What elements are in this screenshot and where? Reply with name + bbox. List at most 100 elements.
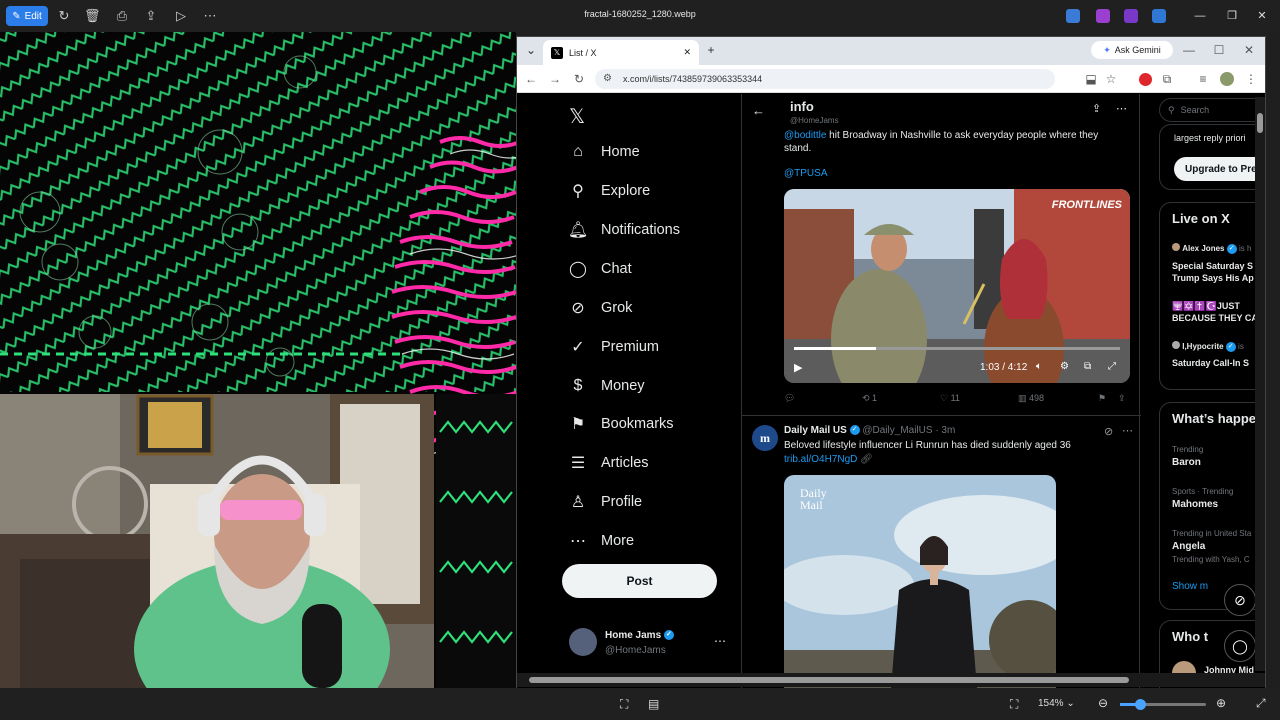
ask-gemini-button[interactable]: ✦ Ask Gemini xyxy=(1091,41,1173,59)
install-app-icon[interactable]: ⬓ xyxy=(1083,71,1099,87)
list-more-icon[interactable]: ⋯ xyxy=(1116,102,1127,115)
nav-money[interactable]: $ Money xyxy=(569,371,645,401)
extensions-icon[interactable]: ⧉ xyxy=(1159,71,1175,87)
tweet-author[interactable]: Daily Mail US ✓ @Daily_MailUS · 3m xyxy=(784,425,955,436)
nav-articles[interactable]: ☰ Articles xyxy=(569,448,649,478)
expand-icon[interactable]: ⤢ xyxy=(1256,696,1266,711)
settings-icon[interactable]: ⚙ xyxy=(1060,361,1069,372)
close-icon[interactable]: ✕ xyxy=(1252,7,1272,25)
tab-search-icon[interactable]: ⌄ xyxy=(523,42,539,58)
post-button[interactable]: Post xyxy=(562,564,717,598)
text-scan-icon[interactable]: ▤ xyxy=(648,697,659,711)
tray-app-icon[interactable] xyxy=(1066,9,1080,23)
live-title-item[interactable]: Saturday Call-In S xyxy=(1172,358,1265,368)
adblock-icon[interactable] xyxy=(1139,73,1152,86)
hashtag-link[interactable]: @TPUSA xyxy=(784,168,828,179)
messages-fab-icon[interactable]: ◯ xyxy=(1224,630,1256,662)
url-field[interactable]: ⚙ x.com/i/lists/743859739063353344 xyxy=(595,69,1055,89)
browser-menu-icon[interactable]: ⋮ xyxy=(1243,71,1259,87)
scroll-thumb[interactable] xyxy=(1257,113,1263,133)
list-handle: @HomeJams xyxy=(790,116,839,125)
account-menu-icon[interactable]: ⋯ xyxy=(714,634,726,648)
bookmark-tweet-icon[interactable]: ⚑ xyxy=(1098,393,1106,404)
crop-icon[interactable]: ⛶ xyxy=(620,697,628,712)
nav-explore[interactable]: ⚲ Explore xyxy=(569,176,650,206)
minimize-icon[interactable]: — xyxy=(1190,7,1210,25)
fit-screen-icon[interactable]: ⛶ xyxy=(1010,697,1018,712)
nav-bookmarks[interactable]: ⚑ Bookmarks xyxy=(569,409,674,439)
trend-name[interactable]: Angela xyxy=(1172,541,1205,552)
zoom-slider-thumb[interactable] xyxy=(1135,699,1146,710)
nav-premium[interactable]: ✓ Premium xyxy=(569,332,659,362)
back-arrow-icon[interactable]: ← xyxy=(752,103,765,118)
pip-icon[interactable]: ⧉ xyxy=(1084,361,1091,372)
tweet-more-icon[interactable]: ⋯ xyxy=(1122,424,1133,437)
media-icon[interactable]: ≡ xyxy=(1195,71,1211,87)
nav-chat[interactable]: ◯ Chat xyxy=(569,254,632,284)
share-list-icon[interactable]: ⇪ xyxy=(1092,102,1101,115)
mention-link[interactable]: @bodittle xyxy=(784,130,826,141)
tweet-video[interactable]: FRONTLINES ▶ 1:03 / 4:12 🔈︎ ⚙ ⧉ ⤢ xyxy=(784,189,1130,383)
tweet-image[interactable]: Daily Mail xyxy=(784,475,1056,688)
horizontal-scrollbar[interactable] xyxy=(517,673,1265,687)
profile-avatar[interactable] xyxy=(1220,72,1234,86)
zoom-level[interactable]: 154% ⌄ xyxy=(1038,698,1075,709)
forward-icon[interactable]: → xyxy=(547,71,563,87)
tray-app-icon[interactable] xyxy=(1096,9,1110,23)
account-name[interactable]: Home Jams ✓ xyxy=(605,630,674,641)
reload-icon[interactable]: ↻ xyxy=(571,71,587,87)
nav-notifications[interactable]: 🔔︎ Notifications xyxy=(568,215,680,245)
bookmark-star-icon[interactable]: ☆ xyxy=(1103,71,1119,87)
live-host[interactable]: I,Hypocrite ✓ is xyxy=(1172,341,1244,352)
tray-cloud-icon[interactable] xyxy=(1152,9,1166,23)
fullscreen-icon[interactable]: ⤢ xyxy=(1108,361,1116,372)
nav-profile[interactable]: ♙ Profile xyxy=(569,487,642,517)
right-sidebar: ⚲ Search largest reply priori Upgrade to … xyxy=(1159,94,1265,688)
daily-mail-avatar[interactable]: m xyxy=(752,425,778,451)
back-icon[interactable]: ← xyxy=(523,71,539,87)
account-avatar[interactable] xyxy=(569,628,597,656)
vertical-scrollbar[interactable] xyxy=(1255,97,1265,671)
browser-maximize-icon[interactable]: ☐ xyxy=(1211,42,1227,58)
scroll-thumb[interactable] xyxy=(529,677,1129,683)
views-button[interactable]: ▥ 498 xyxy=(1018,393,1044,404)
search-icon: ⚲ xyxy=(1168,104,1175,115)
trend-name[interactable]: Baron xyxy=(1172,457,1201,468)
trend-meta: Trending xyxy=(1172,445,1204,454)
like-button[interactable]: ♡ 11 xyxy=(940,393,960,404)
video-frame xyxy=(784,189,1130,383)
new-tab-icon[interactable]: + xyxy=(703,42,719,58)
nav-home[interactable]: ⌂ Home xyxy=(569,137,640,167)
retweet-button[interactable]: ⟲ 1 xyxy=(862,393,877,404)
share-tweet-icon[interactable]: ⇪ xyxy=(1118,393,1126,404)
trend-meta: Trending in United Sta xyxy=(1172,529,1252,538)
upgrade-button[interactable]: Upgrade to Pre xyxy=(1174,157,1265,181)
tweet-link[interactable]: trib.al/O4H7NgD 🔗︎ xyxy=(784,454,873,465)
x-logo-icon[interactable]: 𝕏 xyxy=(569,104,585,129)
reply-icon[interactable]: 💬︎ xyxy=(784,393,795,404)
browser-close-icon[interactable]: ✕ xyxy=(1241,42,1257,58)
nav-more[interactable]: ⋯ More xyxy=(569,526,634,556)
grok-tweet-icon[interactable]: ⊘ xyxy=(1104,425,1113,438)
live-host[interactable]: Alex Jones ✓ is h xyxy=(1172,243,1251,254)
play-icon[interactable]: ▶ xyxy=(794,361,802,374)
search-box[interactable]: ⚲ Search xyxy=(1159,98,1265,122)
live-title-item[interactable]: 🕎✡️✝️☪️JUST BECAUSE THEY CA xyxy=(1172,300,1265,324)
tab-close-icon[interactable]: ✕ xyxy=(683,47,691,58)
site-info-icon[interactable]: ⚙ xyxy=(603,73,612,84)
show-more-link[interactable]: Show m xyxy=(1172,581,1208,592)
nav-grok[interactable]: ⊘ Grok xyxy=(569,293,632,323)
trend-name[interactable]: Mahomes xyxy=(1172,499,1218,510)
live-title-item[interactable]: Special Saturday S Trump Says His Ap xyxy=(1172,260,1265,284)
browser-minimize-icon[interactable]: — xyxy=(1181,42,1197,58)
tab-list-x[interactable]: 𝕏 List / X ✕ xyxy=(543,40,699,65)
zoom-out-icon[interactable]: ⊖ xyxy=(1098,696,1108,710)
webcam-feed xyxy=(0,394,434,720)
zoom-in-icon[interactable]: ⊕ xyxy=(1216,696,1226,710)
link-icon: 🔗︎ xyxy=(860,454,873,465)
volume-icon[interactable]: 🔈︎ xyxy=(1036,361,1042,372)
tray-app-icon[interactable] xyxy=(1124,9,1138,23)
grok-fab-icon[interactable]: ⊘ xyxy=(1224,584,1256,616)
zoom-slider[interactable] xyxy=(1120,699,1206,710)
maximize-icon[interactable]: ❐ xyxy=(1222,7,1242,25)
